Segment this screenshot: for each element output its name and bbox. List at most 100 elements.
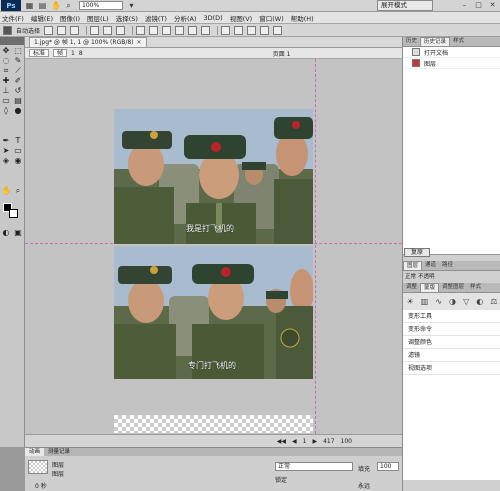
blend-mode-select[interactable]: 正常 — [405, 272, 416, 280]
menu-file[interactable]: 文件(F) — [2, 13, 24, 23]
3d-pan-icon[interactable] — [247, 25, 257, 35]
background-color[interactable] — [9, 209, 18, 218]
tab-channels[interactable]: 通道 — [422, 261, 439, 270]
zoom-tool-panel-icon[interactable]: ⌕ — [14, 186, 23, 195]
blur-tool-icon[interactable]: ◊ — [2, 106, 11, 115]
distribute-bottom-icon[interactable] — [162, 25, 172, 35]
tab-history[interactable]: 历史记录 — [420, 37, 451, 46]
menu-select[interactable]: 选择(S) — [116, 13, 138, 23]
minibridge-icon[interactable]: ▤ — [38, 1, 47, 10]
bridge-icon[interactable]: ▦ — [25, 1, 34, 10]
hand-tool-icon[interactable]: ✋ — [2, 186, 12, 195]
dodge-tool-icon[interactable]: ● — [14, 106, 23, 115]
chevron-down-icon[interactable]: ▾ — [127, 1, 136, 10]
distribute-left-icon[interactable] — [175, 25, 185, 35]
next-frame-icon[interactable]: ▶ — [312, 438, 317, 445]
distribute-middle-icon[interactable] — [149, 25, 159, 35]
distribute-right-icon[interactable] — [201, 25, 211, 35]
blend-mode-field[interactable]: 正常 — [275, 462, 353, 471]
3d-scale-icon[interactable] — [273, 25, 283, 35]
minimize-icon[interactable]: – — [459, 1, 470, 10]
action-item[interactable]: 视图选项 — [403, 362, 500, 375]
history-item[interactable]: 打开文档 — [403, 47, 500, 58]
tab-masks[interactable]: 蒙版 — [420, 283, 440, 292]
menu-analysis[interactable]: 分析(A) — [174, 13, 197, 23]
canvas-area[interactable]: 我是打飞机的 专门打飞机的 — [25, 59, 402, 434]
frame-bottom[interactable]: 专门打飞机的 — [114, 246, 313, 379]
color-swatches[interactable] — [0, 203, 24, 227]
menu-view[interactable]: 视图(V) — [230, 13, 253, 23]
action-item[interactable]: 变形工具 — [403, 310, 500, 323]
workspace-switcher[interactable]: 展开模式 — [377, 0, 433, 11]
3d-camera-icon[interactable]: ◉ — [14, 156, 23, 165]
menu-filter[interactable]: 滤镜(T) — [145, 13, 167, 23]
shape-tool-icon[interactable]: ▭ — [14, 146, 23, 155]
layer-comp-label[interactable]: 页面 1 — [273, 49, 291, 58]
menu-layer[interactable]: 图层(L) — [87, 13, 109, 23]
loop-option[interactable]: 永远 — [358, 481, 370, 490]
screen-mode-icon[interactable]: ▣ — [14, 228, 23, 237]
action-item[interactable]: 调整颜色 — [403, 336, 500, 349]
crop-tool-icon[interactable]: ⌗ — [2, 66, 11, 75]
hue-icon[interactable]: ◐ — [476, 297, 483, 306]
action-item[interactable]: 变形命令 — [403, 323, 500, 336]
history-brush-icon[interactable]: ↺ — [14, 86, 23, 95]
maximize-icon[interactable]: □ — [473, 1, 484, 10]
tab-history-short[interactable]: 历史 — [403, 37, 420, 46]
align-bottom-icon[interactable] — [70, 25, 80, 35]
tools-panel-header[interactable] — [0, 37, 24, 45]
move-tool-icon[interactable]: ✥ — [2, 46, 11, 55]
path-select-icon[interactable]: ➤ — [2, 146, 11, 155]
hand-icon[interactable]: ✋ — [51, 1, 61, 10]
auto-select-label[interactable]: 自动选择 — [16, 26, 40, 35]
zoom-level-select[interactable]: 100% — [79, 1, 123, 10]
view-frames-button[interactable]: 帧 — [53, 49, 68, 57]
eyedropper-icon[interactable]: ⟋ — [14, 66, 23, 75]
gradient-icon[interactable]: ▤ — [14, 96, 23, 105]
document-tab[interactable]: 1.jpg* @ 帧 1, 1 @ 100% (RGB/8) ✕ — [29, 37, 147, 47]
frame-thumbnail[interactable] — [28, 460, 48, 474]
tool-preset-icon[interactable] — [3, 25, 12, 35]
frame-top[interactable]: 我是打飞机的 — [114, 109, 313, 244]
curves-icon[interactable]: ∿ — [435, 297, 442, 306]
align-left-icon[interactable] — [90, 25, 100, 35]
vibrance-icon[interactable]: ▽ — [463, 297, 469, 306]
tab-styles[interactable]: 样式 — [450, 37, 467, 46]
brightness-icon[interactable]: ☀ — [407, 297, 414, 306]
3d-slide-icon[interactable] — [260, 25, 270, 35]
quick-mask-icon[interactable]: ◐ — [2, 228, 11, 237]
distribute-top-icon[interactable] — [136, 25, 146, 35]
frame-time[interactable]: 0 秒 — [35, 481, 47, 490]
tab-paths[interactable]: 路径 — [439, 261, 456, 270]
balance-icon[interactable]: ⚖ — [490, 297, 497, 306]
marquee-tool-icon[interactable]: ⬚ — [14, 46, 23, 55]
quick-select-icon[interactable]: ✎ — [14, 56, 23, 65]
3d-object-icon[interactable]: ◈ — [2, 156, 11, 165]
history-item[interactable]: 图层 — [403, 58, 500, 69]
align-center-icon[interactable] — [103, 25, 113, 35]
tab-styles-2[interactable]: 样式 — [467, 283, 484, 292]
reset-button[interactable]: 复原 — [404, 248, 430, 257]
first-frame-icon[interactable]: ◀◀ — [277, 438, 286, 445]
3d-roll-icon[interactable] — [234, 25, 244, 35]
prev-frame-icon[interactable]: ◀ — [292, 438, 297, 445]
lasso-tool-icon[interactable]: ◌ — [2, 56, 11, 65]
type-tool-icon[interactable]: T — [14, 136, 23, 145]
menu-help[interactable]: 帮助(H) — [291, 13, 314, 23]
tab-measurement[interactable]: 测量记录 — [44, 448, 74, 456]
tab-adjust-layers[interactable]: 调整图层 — [439, 283, 467, 292]
close-tab-icon[interactable]: ✕ — [137, 39, 142, 46]
guide-vertical[interactable] — [315, 59, 316, 434]
tab-animation[interactable]: 动画 — [25, 448, 45, 456]
menu-image[interactable]: 图像(I) — [60, 13, 80, 23]
levels-icon[interactable]: ▥ — [421, 297, 429, 306]
zoom-tool-icon[interactable]: ⌕ — [64, 1, 73, 10]
align-top-icon[interactable] — [44, 25, 54, 35]
3d-rotate-icon[interactable] — [221, 25, 231, 35]
distribute-center-icon[interactable] — [188, 25, 198, 35]
align-middle-icon[interactable] — [57, 25, 67, 35]
exposure-icon[interactable]: ◑ — [449, 297, 456, 306]
pen-tool-icon[interactable]: ✒ — [2, 136, 11, 145]
action-item[interactable]: 滤镜 — [403, 349, 500, 362]
tab-layers[interactable]: 图层 — [403, 261, 423, 270]
